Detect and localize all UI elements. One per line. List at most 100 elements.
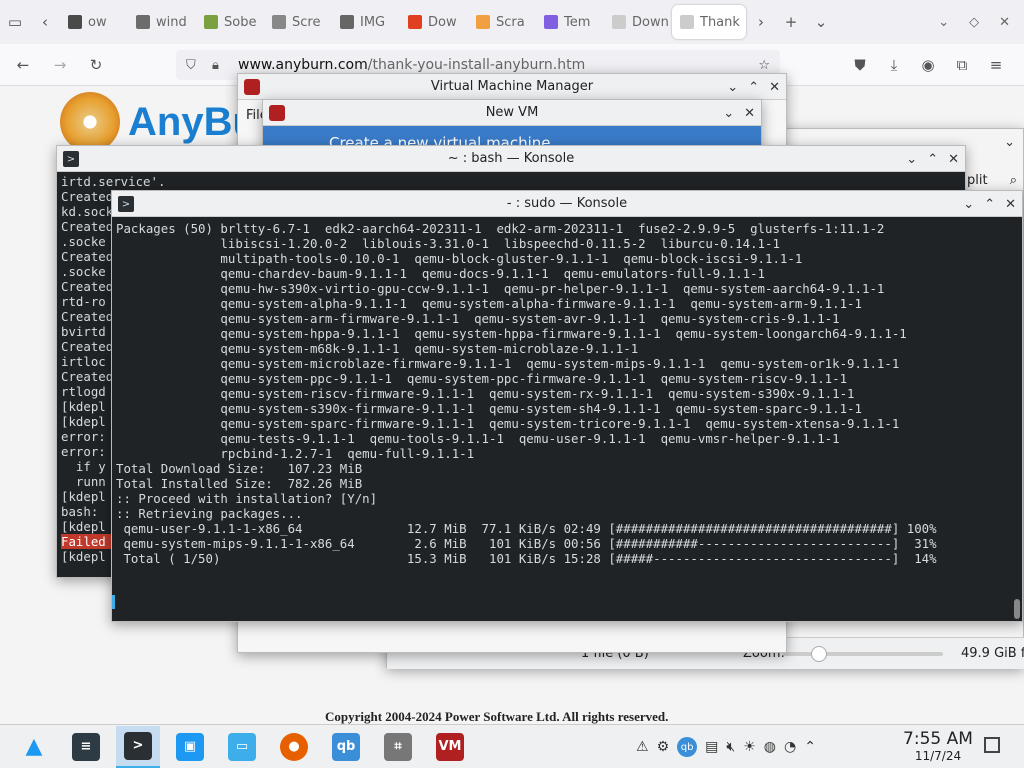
dolphin-search-icon[interactable]: ⌕ [1010,173,1017,188]
tabs-scroll-left-icon[interactable]: ‹ [30,7,60,37]
newvm-app-icon [269,105,285,121]
tab-label: Tem [564,14,591,30]
tab-6[interactable]: Scra [468,5,532,39]
terminal-line: Total ( 1/50) 15.3 MiB 101 KiB/s 15:28 [… [116,551,937,566]
anyburn-logo[interactable]: AnyBu [60,92,257,152]
sudo-titlebar[interactable]: > - : sudo — Konsole ⌄ ⌃ ✕ [112,191,1022,217]
bash-titlebar[interactable]: > ~ : bash — Konsole ⌄ ⌃ ✕ [57,146,965,172]
account-icon[interactable]: ◉ [913,50,943,80]
shield-icon[interactable]: ⛉ [186,58,196,73]
vmm-maximize-icon[interactable]: ⌃ [748,80,759,95]
taskbar-discover[interactable]: ▣ [168,726,212,768]
tab-0[interactable]: ow [60,5,124,39]
page-icon [272,15,286,29]
clipboard-icon[interactable]: ▤ [705,739,718,755]
tab-8[interactable]: Downlo [604,5,668,39]
pocket-icon[interactable]: ⛊ [845,50,875,80]
vmm-title: Virtual Machine Manager [430,79,594,94]
network-icon[interactable]: ◍ [764,739,776,755]
dolphin-icon: ▭ [228,732,256,761]
vmm-app-icon [244,79,260,95]
dolphin-minimize-icon[interactable]: ⌄ [1004,135,1015,150]
terminal-line: qemu-system-alpha-9.1.1-1 qemu-system-al… [116,296,862,311]
konsole-sudo-window[interactable]: > - : sudo — Konsole ⌄ ⌃ ✕ Packages (50) b… [111,190,1023,622]
update-icon[interactable]: ◔ [784,739,796,755]
vmm-close-icon[interactable]: ✕ [769,80,780,95]
tab-2[interactable]: Sobe [196,5,260,39]
page-icon [204,15,218,29]
page-icon [476,15,490,29]
vmm-minimize-icon[interactable]: ⌄ [727,80,738,95]
terminal-line: Failed [61,534,113,549]
tab-list-icon[interactable]: ⌄ [806,7,836,37]
terminal-line: qemu-system-microblaze-firmware-9.1.1-1 … [116,356,900,371]
brightness-icon[interactable]: ☀ [743,739,756,755]
screenshot-icon: ⌗ [384,732,412,761]
qbittorrent-tray-icon[interactable]: qb [677,737,698,757]
bookmark-star-icon[interactable]: ☆ [758,58,770,73]
minimize-icon[interactable]: ⌄ [938,15,949,30]
close-icon[interactable]: ✕ [999,15,1010,30]
zoom-slider[interactable] [783,646,943,662]
notification-icon[interactable]: ⚠ [636,739,649,755]
tabs-scroll-right-icon[interactable]: › [746,7,776,37]
split-label[interactable]: plit [967,173,988,188]
terminal-line: multipath-tools-0.10.0-1 qemu-block-glus… [116,251,803,266]
tray-expand-icon[interactable]: ⌃ [804,739,816,755]
restore-icon[interactable]: ◇ [969,15,979,30]
tab-5[interactable]: Dow [400,5,464,39]
volume-muted-icon[interactable]: 🔇︎ [726,739,735,755]
taskbar-firefox[interactable]: ● [272,726,316,768]
show-desktop-icon[interactable] [984,737,1000,753]
tab-9[interactable]: Thank [672,5,746,39]
terminal-line: rpcbind-1.2.7-1 qemu-full-9.1.1-1 [116,446,475,461]
taskbar: ▲ ≡ > ▣ ▭ ● qb ⌗ VM ⚠ ⚙ qb ▤ 🔇︎ ☀ ◍ ◔ ⌃ 7:55 AM … [0,724,1024,768]
taskbar-dolphin[interactable]: ▭ [220,726,264,768]
bash-maximize-icon[interactable]: ⌃ [927,152,938,167]
tab-1[interactable]: wind [128,5,192,39]
bash-close-icon[interactable]: ✕ [948,152,959,167]
terminal-scrollbar[interactable] [1014,599,1020,619]
tab-3[interactable]: Scre [264,5,328,39]
konsole-icon: > [118,196,134,212]
reload-icon[interactable]: ↻ [81,50,111,80]
url-text: www.anyburn.com/thank-you-install-anybur… [238,57,586,73]
bash-minimize-icon[interactable]: ⌄ [906,152,917,167]
menu-icon[interactable]: ≡ [981,50,1011,80]
tab-4[interactable]: IMG [332,5,396,39]
downloads-icon[interactable]: ⤓ [879,50,909,80]
extensions-icon[interactable]: ⧉ [947,50,977,80]
terminal-line: Total Download Size: 107.23 MiB [116,461,363,476]
tab-label: Scra [496,14,525,30]
lock-icon[interactable]: 🔒︎ [212,58,219,73]
forward-icon[interactable]: → [45,50,75,80]
vmm-titlebar[interactable]: Virtual Machine Manager ⌄ ⌃ ✕ [238,74,786,100]
taskbar-screenshot[interactable]: ⌗ [376,726,420,768]
newvm-titlebar[interactable]: New VM ⌄ ✕ [263,100,761,126]
zoom-slider-handle[interactable] [811,646,827,662]
taskbar-virt-manager[interactable]: VM [428,726,472,768]
system-tray: ⚠ ⚙ qb ▤ 🔇︎ ☀ ◍ ◔ ⌃ [636,725,816,769]
new-tab-icon[interactable]: + [776,7,806,37]
page-icon [68,15,82,29]
terminal-line: Total Installed Size: 782.26 MiB [116,476,363,491]
newvm-minimize-icon[interactable]: ⌄ [723,106,734,121]
tab-7[interactable]: Tem [536,5,600,39]
sudo-minimize-icon[interactable]: ⌄ [963,197,974,212]
discover-icon: ▣ [176,732,204,761]
newvm-close-icon[interactable]: ✕ [744,106,755,121]
connect-icon[interactable]: ⚙ [657,739,670,755]
taskbar-konsole[interactable]: > [116,725,160,768]
sudo-close-icon[interactable]: ✕ [1005,197,1016,212]
tab-label: Dow [428,14,457,30]
tab-overview-icon[interactable]: ▭ [0,7,30,37]
taskbar-app-launcher[interactable]: ▲ [12,726,56,768]
terminal-line: qemu-tests-9.1.1-1 qemu-tools-9.1.1-1 qe… [116,431,840,446]
clock[interactable]: 7:55 AM 11/7/24 [898,729,978,763]
taskbar-system-settings[interactable]: ≡ [64,726,108,768]
taskbar-qbittorrent[interactable]: qb [324,726,368,768]
back-icon[interactable]: ← [8,50,38,80]
tab-label: wind [156,14,187,30]
sudo-terminal[interactable]: Packages (50) brltty-6.7-1 edk2-aarch64-… [112,217,1018,621]
sudo-maximize-icon[interactable]: ⌃ [984,197,995,212]
